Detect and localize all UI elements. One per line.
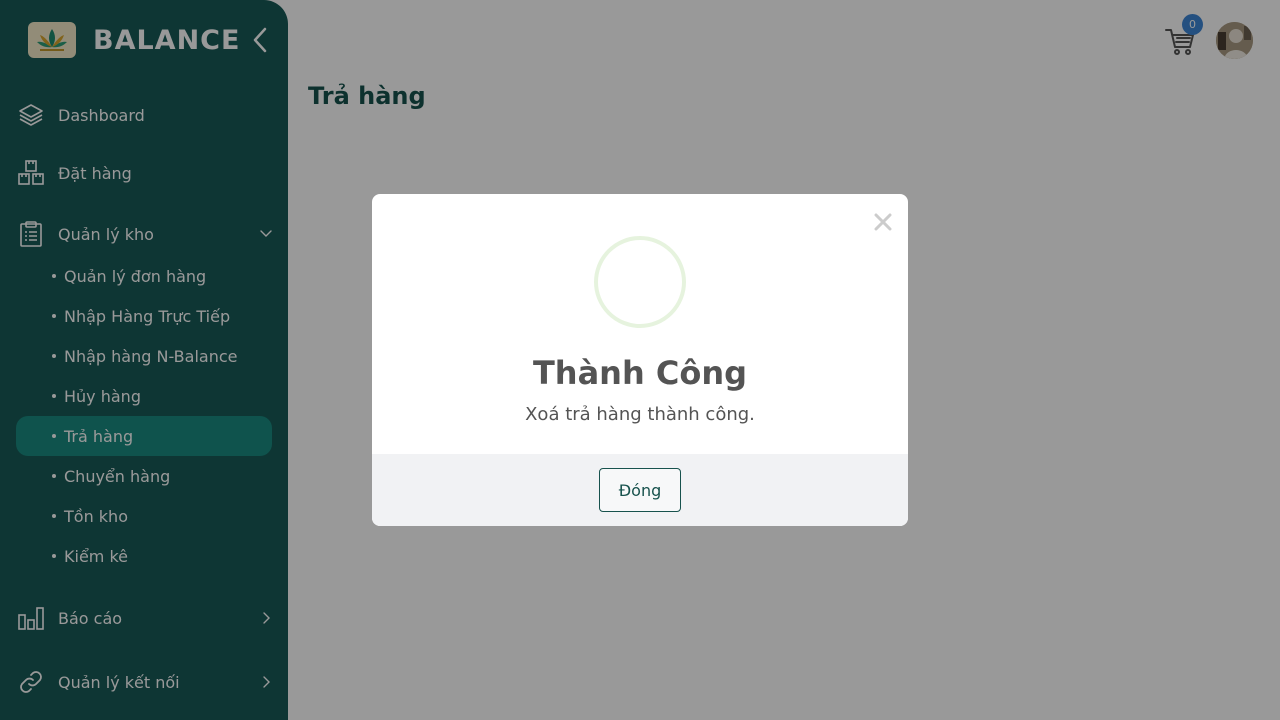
success-dialog: Thành Công Xoá trả hàng thành công. Đóng — [372, 194, 908, 526]
dialog-title: Thành Công — [532, 354, 748, 392]
dialog-footer: Đóng — [372, 454, 908, 526]
dialog-message: Xoá trả hàng thành công. — [525, 404, 755, 425]
close-icon[interactable] — [871, 210, 895, 234]
close-button[interactable]: Đóng — [599, 468, 681, 512]
success-icon — [594, 236, 686, 328]
